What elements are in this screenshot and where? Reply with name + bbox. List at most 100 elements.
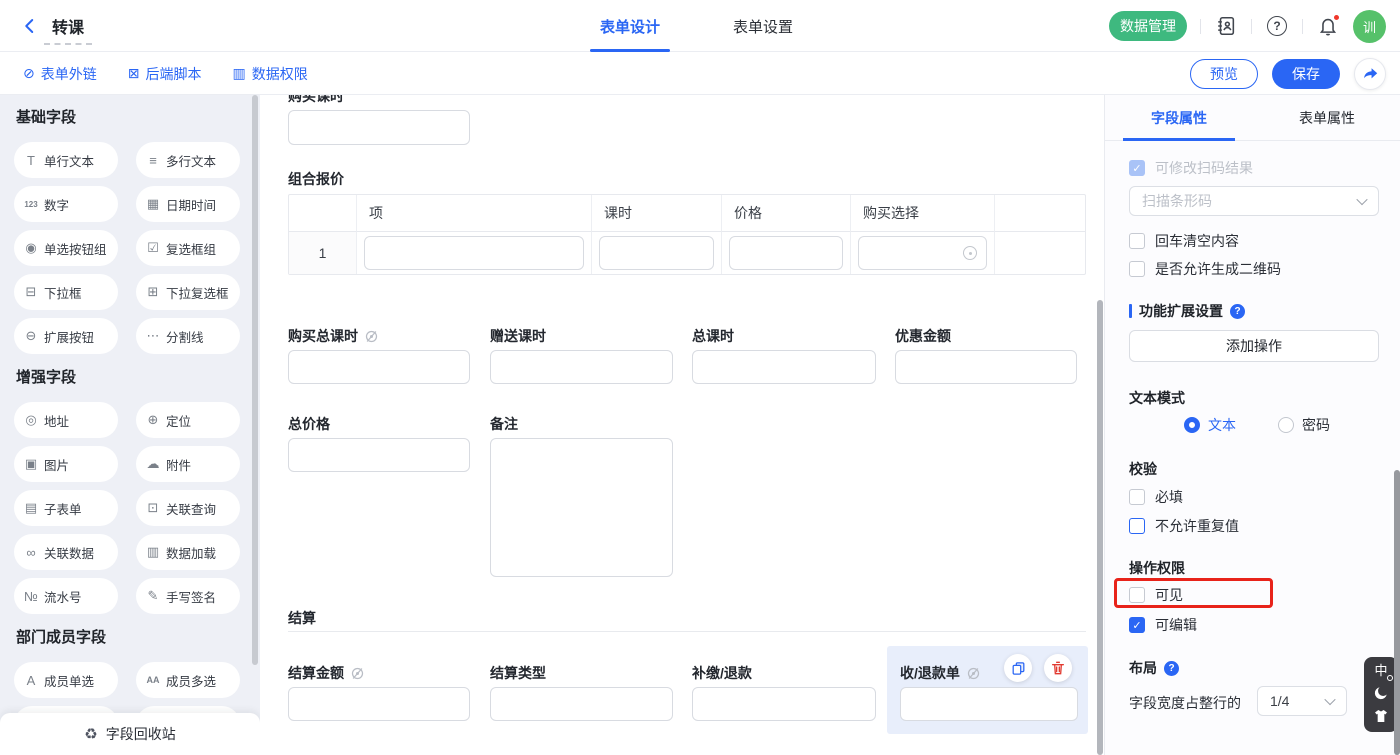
form-title[interactable]: 转课	[52, 14, 84, 38]
scan-mode-select[interactable]: 扫描条形码	[1129, 186, 1379, 216]
checkbox-unchecked[interactable]	[1129, 489, 1145, 505]
copy-field-button[interactable]	[1004, 654, 1032, 682]
field-buy-total-hours-input[interactable]	[288, 350, 470, 384]
subform-purchase-input[interactable]	[858, 236, 987, 270]
form-designer-app: 转课 表单设计 表单设置 数据管理 ?	[0, 0, 1400, 755]
field-type-dropdown[interactable]: ⊟下拉框	[14, 274, 118, 310]
text-mode-header: 文本模式	[1129, 388, 1185, 408]
subform-cell-price	[722, 232, 851, 274]
editable-checkbox-row: ✓ 可编辑	[1129, 615, 1197, 635]
multi-line-text-icon: ≡	[145, 153, 161, 168]
external-link-button[interactable]: ⊘ 表单外链	[23, 64, 97, 84]
tab-field-properties[interactable]: 字段属性	[1105, 95, 1253, 140]
backend-script-button[interactable]: ⊠ 后端脚本	[128, 64, 202, 84]
field-type-attachment[interactable]: ☁附件	[136, 446, 240, 482]
subform-cell-purchase	[851, 232, 995, 274]
field-type-address[interactable]: ◎地址	[14, 402, 118, 438]
dark-mode-toggle[interactable]	[1373, 685, 1389, 701]
checkbox-checked[interactable]: ✓	[1129, 617, 1145, 633]
theme-skin-toggle[interactable]	[1373, 708, 1389, 724]
section-divider-line	[288, 631, 1086, 632]
field-type-relation-data[interactable]: ∞关联数据	[14, 534, 118, 570]
field-width-select[interactable]: 1/4	[1257, 686, 1347, 716]
back-button[interactable]	[18, 14, 42, 38]
field-settle-amount-input[interactable]	[288, 687, 470, 721]
subform-item-input[interactable]	[364, 236, 584, 270]
radio-unselected[interactable]	[1278, 417, 1294, 433]
radio-selected[interactable]	[1184, 417, 1200, 433]
field-type-data-load[interactable]: ▥数据加载	[136, 534, 240, 570]
field-type-relation-query[interactable]: ⊡关联查询	[136, 490, 240, 526]
data-permission-button[interactable]: ▥ 数据权限	[232, 64, 307, 84]
checkbox-unchecked[interactable]	[1129, 261, 1145, 277]
relation-query-icon: ⊡	[145, 500, 161, 516]
field-type-serial-number[interactable]: №流水号	[14, 578, 118, 614]
field-discount-amount-input[interactable]	[895, 350, 1077, 384]
field-type-radio-group[interactable]: ◉单选按钮组	[14, 230, 118, 266]
preview-button[interactable]: 预览	[1190, 59, 1258, 89]
language-toggle[interactable]: 中	[1374, 664, 1387, 678]
clear-on-enter-checkbox-row: 回车清空内容	[1129, 231, 1239, 251]
field-type-extension-button[interactable]: ⊖扩展按钮	[14, 318, 118, 354]
field-remark-textarea[interactable]	[490, 438, 673, 577]
section-accent-bar	[1129, 304, 1132, 318]
help-icon[interactable]: ?	[1230, 304, 1245, 319]
location-pin-icon: ◎	[23, 412, 39, 428]
contact-book-icon	[1215, 15, 1237, 37]
calendar-icon: ▦	[145, 196, 161, 212]
field-type-single-line-text[interactable]: T单行文本	[14, 142, 118, 178]
field-type-checkbox-group[interactable]: ☑复选框组	[136, 230, 240, 266]
field-type-image[interactable]: ▣图片	[14, 446, 118, 482]
field-type-datetime[interactable]: ▦日期时间	[136, 186, 240, 222]
single-line-text-icon: T	[23, 153, 39, 168]
field-buy-hours-input[interactable]	[288, 110, 470, 145]
avatar[interactable]: 训	[1353, 10, 1386, 43]
tab-form-settings[interactable]: 表单设置	[731, 0, 795, 52]
delete-field-button[interactable]	[1044, 654, 1072, 682]
field-type-signature[interactable]: ✎手写签名	[136, 578, 240, 614]
field-settle-type-input[interactable]	[490, 687, 673, 721]
subform-price-input[interactable]	[729, 236, 843, 270]
subform-col-price: 价格	[722, 195, 851, 232]
field-type-member-single[interactable]: A成员单选	[14, 662, 118, 698]
subform-hours-input[interactable]	[599, 236, 714, 270]
field-discount-amount-label: 优惠金额	[895, 326, 951, 346]
field-gift-hours-input[interactable]	[490, 350, 673, 384]
help-icon[interactable]: ?	[1164, 661, 1179, 676]
data-manage-button[interactable]: 数据管理	[1109, 11, 1187, 41]
field-type-subform[interactable]: ▤子表单	[14, 490, 118, 526]
field-type-divider[interactable]: ⋯分割线	[136, 318, 240, 354]
radio-password-option[interactable]: 密码	[1278, 415, 1330, 435]
canvas-scrollbar[interactable]	[1097, 300, 1103, 755]
section-settlement-title: 结算	[288, 608, 316, 628]
field-total-hours-input[interactable]	[692, 350, 876, 384]
subform-cell-item	[357, 232, 592, 274]
save-button[interactable]: 保存	[1272, 59, 1340, 89]
window-scrollbar[interactable]	[1394, 470, 1400, 755]
field-type-member-multi[interactable]: AA成员多选	[136, 662, 240, 698]
pen-icon: ✎	[145, 588, 161, 604]
field-receipt-refund-label: 收/退款单	[900, 663, 981, 683]
moon-icon	[1373, 685, 1389, 701]
add-operation-button[interactable]: 添加操作	[1129, 330, 1379, 362]
tab-form-design[interactable]: 表单设计	[598, 0, 662, 52]
tab-form-properties[interactable]: 表单属性	[1253, 95, 1400, 140]
sidebar-scrollbar[interactable]	[252, 95, 258, 665]
radio-text-option[interactable]: 文本	[1184, 415, 1236, 435]
field-total-price-input[interactable]	[288, 438, 470, 472]
checkbox-unchecked[interactable]	[1129, 233, 1145, 249]
field-type-number[interactable]: 123数字	[14, 186, 118, 222]
field-receipt-refund-input[interactable]	[900, 687, 1078, 721]
notification-button[interactable]	[1316, 14, 1340, 38]
checkbox-unchecked-focus[interactable]	[1129, 518, 1145, 534]
field-type-multi-line-text[interactable]: ≡多行文本	[136, 142, 240, 178]
field-recycle-bin-button[interactable]: ♻ 字段回收站	[0, 713, 260, 755]
checkbox-checked-disabled[interactable]: ✓	[1129, 160, 1145, 176]
share-button[interactable]	[1354, 58, 1386, 90]
contact-book-button[interactable]	[1214, 14, 1238, 38]
checkbox-unchecked[interactable]	[1129, 587, 1145, 603]
field-type-multi-dropdown[interactable]: ⊞下拉复选框	[136, 274, 240, 310]
field-type-geolocation[interactable]: ⊕定位	[136, 402, 240, 438]
help-button[interactable]: ?	[1265, 14, 1289, 38]
field-supplement-refund-input[interactable]	[692, 687, 876, 721]
